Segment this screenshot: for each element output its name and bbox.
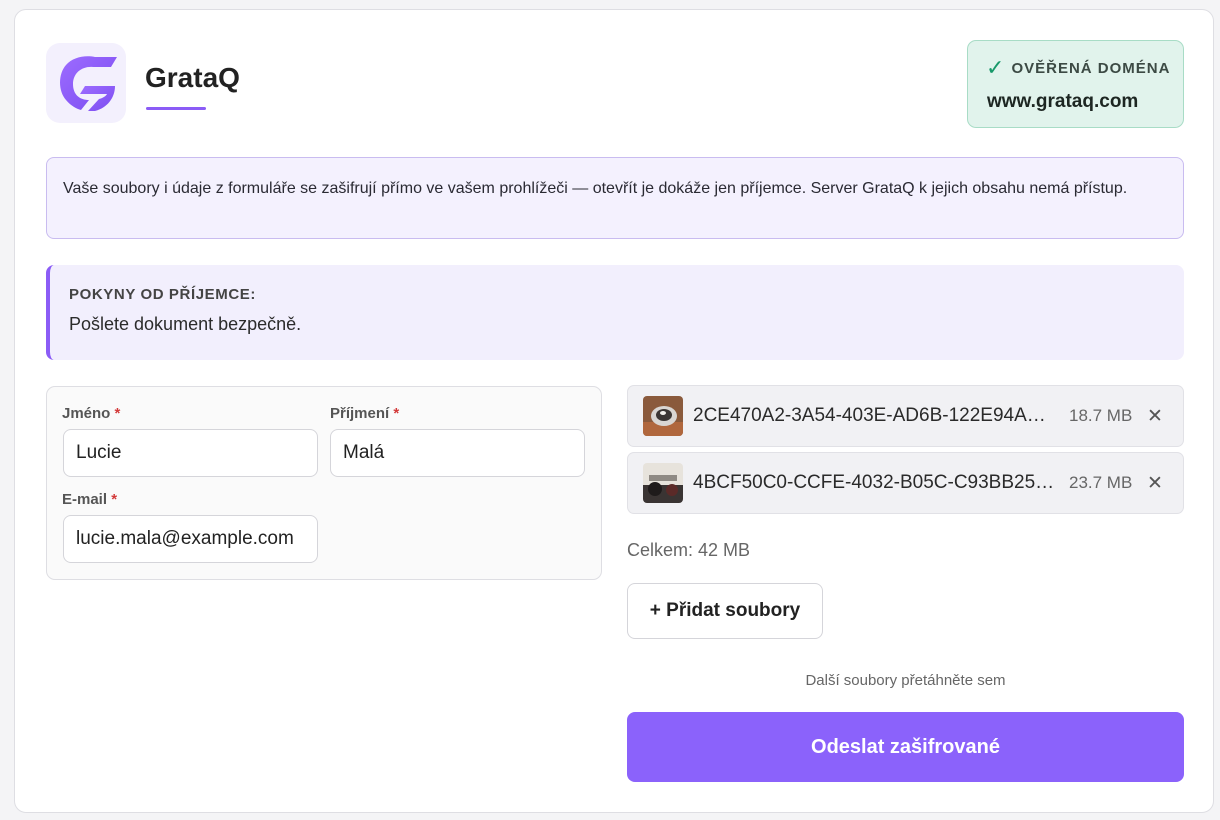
- verified-domain-url: www.grataq.com: [987, 91, 1139, 112]
- checkmark-icon: ✓: [986, 55, 1005, 80]
- remove-file-button[interactable]: ✕: [1140, 468, 1170, 498]
- last-name-label: Příjmení *: [330, 405, 399, 422]
- instructions-body: Pošlete dokument bezpečně.: [69, 314, 302, 334]
- photo-thumbnail-icon: [643, 396, 683, 436]
- remove-file-button[interactable]: ✕: [1140, 401, 1170, 431]
- verified-domain-label: OVĚŘENÁ DOMÉNA: [1011, 59, 1171, 77]
- file-item: 2CE470A2-3A54-403E-AD6B-122E94AC… 18.7 M…: [627, 385, 1184, 447]
- file-size: 18.7 MB: [1069, 406, 1133, 425]
- send-encrypted-button[interactable]: Odeslat zašifrované: [627, 712, 1184, 782]
- brand-name: GrataQ: [145, 62, 240, 93]
- file-item: 4BCF50C0-CCFE-4032-B05C-C93BB253… 23.7 M…: [627, 452, 1184, 514]
- first-name-label: Jméno *: [62, 405, 120, 422]
- verified-domain-header: ✓ OVĚŘENÁ DOMÉNA: [986, 57, 1170, 79]
- grataq-logo-icon: [60, 56, 117, 111]
- sender-form: Jméno * Příjmení * E-mail *: [46, 386, 602, 580]
- brand-underline: [146, 107, 206, 110]
- first-name-label-text: Jméno: [62, 405, 111, 422]
- email-field[interactable]: [63, 515, 318, 563]
- required-mark: *: [393, 405, 400, 422]
- email-label-text: E-mail: [62, 491, 108, 508]
- logo: [46, 43, 126, 123]
- encryption-notice: Vaše soubory i údaje z formuláře se zaši…: [46, 157, 1184, 239]
- file-size: 23.7 MB: [1069, 473, 1133, 492]
- last-name-label-text: Příjmení: [330, 405, 390, 422]
- required-mark: *: [111, 491, 118, 508]
- required-mark: *: [114, 405, 121, 422]
- first-name-field[interactable]: [63, 429, 318, 477]
- verified-domain-badge: ✓ OVĚŘENÁ DOMÉNA www.grataq.com: [967, 40, 1184, 128]
- file-name: 2CE470A2-3A54-403E-AD6B-122E94AC…: [693, 405, 1059, 426]
- files-total-size: Celkem: 42 MB: [627, 540, 751, 560]
- drop-zone-hint[interactable]: Další soubory přetáhněte sem: [627, 672, 1184, 689]
- last-name-field[interactable]: [330, 429, 585, 477]
- recipient-instructions: POKYNY OD PŘÍJEMCE: Pošlete dokument bez…: [46, 265, 1184, 360]
- email-label: E-mail *: [62, 491, 117, 508]
- instructions-title: POKYNY OD PŘÍJEMCE:: [69, 286, 256, 303]
- add-files-button[interactable]: + Přidat soubory: [627, 583, 823, 639]
- photo-thumbnail-icon: [643, 463, 683, 503]
- upload-card: GrataQ ✓ OVĚŘENÁ DOMÉNA www.grataq.com V…: [14, 9, 1214, 813]
- file-name: 4BCF50C0-CCFE-4032-B05C-C93BB253…: [693, 472, 1059, 493]
